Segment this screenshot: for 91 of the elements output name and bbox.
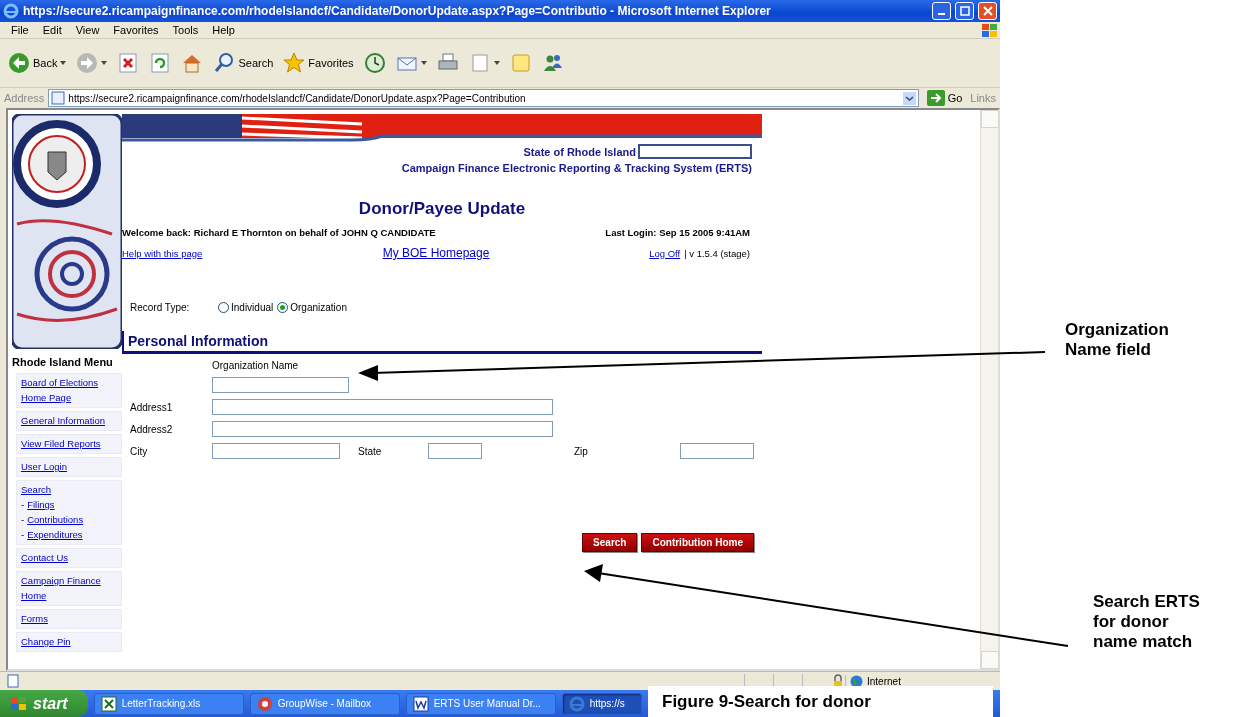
radio-button[interactable] [277, 302, 289, 313]
sidebar-title: Rhode Island Menu [12, 356, 114, 368]
last-login: Last Login: Sep 15 2005 9:41AM [605, 227, 750, 238]
address-field[interactable]: https://secure2.ricampaignfinance.com/rhodeIslandcf/Candidate/DonorUpdate.aspx?Page=Contribution [48, 89, 919, 107]
sidebar-link[interactable]: Contact Us [21, 550, 68, 565]
close-icon [982, 6, 993, 16]
menu-item[interactable]: Help [205, 24, 242, 36]
clock-icon [363, 52, 386, 74]
menu-item[interactable]: File [4, 24, 36, 36]
refresh-icon [149, 52, 172, 74]
system-title: Campaign Finance Electronic Reporting & Tracking System (ERTS) [401, 162, 752, 174]
menu-item[interactable]: View [68, 24, 107, 36]
sidebar-link[interactable]: Board of Elections Home Page [21, 375, 117, 405]
welcome-text: Welcome back: Richard E Thornton on behalf of JOHN Q CANDIDATE [122, 227, 436, 238]
field-label: Address1 [130, 401, 174, 413]
bullet-dash: - [21, 513, 25, 527]
page-icon [51, 91, 66, 105]
sidebar-link[interactable]: User Login [21, 459, 67, 474]
forward-button[interactable] [74, 50, 110, 76]
sidebar-link[interactable]: General Information [21, 413, 105, 428]
field-label: Organization Name [212, 360, 300, 371]
address-label: Address [4, 92, 45, 104]
field-label: State [358, 445, 383, 457]
page-icon [6, 674, 20, 688]
menu-item[interactable]: Favorites [106, 24, 166, 36]
sidebar-link[interactable]: Search [21, 482, 52, 497]
field-label: Record Type: [130, 302, 191, 313]
action-button[interactable]: Contribution Home [641, 533, 754, 552]
sidebar-link[interactable]: Change Pin [21, 634, 71, 649]
windows-flag-icon [10, 695, 28, 712]
figure-caption: Figure 9-Search for donor [648, 686, 993, 717]
favorites-button[interactable]: Favorites [281, 50, 356, 76]
taskbar-item[interactable]: LetterTracking.xls [93, 692, 244, 715]
note-icon [509, 52, 532, 74]
input-field[interactable] [428, 443, 482, 459]
input-field[interactable] [212, 399, 553, 415]
sidebar-link[interactable]: Forms [21, 611, 48, 626]
taskbar-item[interactable]: https://s [561, 692, 642, 715]
input-field[interactable] [212, 377, 349, 393]
people-icon [541, 52, 564, 74]
input-field[interactable] [212, 443, 340, 459]
input-field[interactable] [680, 443, 754, 459]
search-button[interactable]: Search [211, 50, 276, 76]
spreadsheet-icon [100, 695, 117, 712]
window-title: https://secure2.ricampaignfinance.com/rhodeIslandcf/Candidate/DonorUpdate.aspx?Page=Contributio - Microsoft Internet Explorer [23, 4, 772, 18]
mailbox-icon [256, 695, 273, 712]
maximize-button[interactable] [955, 2, 974, 20]
maximize-icon [959, 6, 970, 16]
globe-icon [850, 674, 863, 688]
browser-icon [3, 3, 19, 19]
lock-icon [831, 674, 845, 688]
sidebar-link[interactable]: Filings [27, 497, 55, 512]
field-label: Zip [574, 445, 589, 457]
sidebar-link[interactable]: Contributions [27, 512, 84, 527]
back-button[interactable]: Back [6, 50, 69, 76]
radio-button[interactable] [218, 302, 229, 313]
homepage-link[interactable]: My BOE Homepage [382, 246, 490, 260]
callout-text: Organization Name field [1065, 320, 1169, 360]
search-icon [213, 52, 236, 74]
document-icon [412, 695, 429, 712]
sidebar-link[interactable]: View Filed Reports [21, 436, 101, 451]
section-heading: Personal Information [122, 331, 762, 354]
taskbar-item[interactable]: ERTS User Manual Dr... [405, 692, 556, 715]
sidebar-link[interactable]: Expenditures [27, 527, 83, 542]
field-label: City [130, 445, 149, 457]
close-button[interactable] [978, 2, 997, 20]
go-button[interactable]: Go [922, 90, 967, 106]
menu-item[interactable]: Edit [35, 24, 69, 36]
minimize-icon [938, 13, 945, 15]
taskbar-item[interactable]: GroupWise - Mailbox [249, 692, 400, 715]
menu-item[interactable]: Tools [165, 24, 206, 36]
bullet-dash: - [21, 528, 25, 542]
field-label: Address2 [130, 423, 174, 435]
version-text: | v 1.5.4 (stage) [684, 247, 750, 259]
stop-icon [117, 52, 140, 74]
star-icon [283, 52, 306, 74]
minimize-button[interactable] [932, 2, 951, 20]
page-heading: Donor/Payee Update [357, 199, 527, 219]
radio-label: Organization [290, 302, 347, 313]
help-link[interactable]: Help with this page [122, 247, 383, 259]
bullet-dash: - [21, 498, 25, 512]
sidebar-link[interactable]: Campaign Finance Home [21, 573, 117, 603]
callout-text: Search ERTS for donor name match [1093, 592, 1200, 652]
browser-icon [568, 695, 585, 712]
input-field[interactable] [212, 421, 553, 437]
radio-label: Individual [231, 302, 274, 313]
state-title: State of Rhode Island [523, 145, 636, 158]
start-button[interactable]: start [0, 690, 88, 717]
action-button[interactable]: Search [582, 533, 638, 552]
zone-text: Internet [867, 675, 901, 687]
log-off-link[interactable]: Log Off [649, 247, 681, 259]
